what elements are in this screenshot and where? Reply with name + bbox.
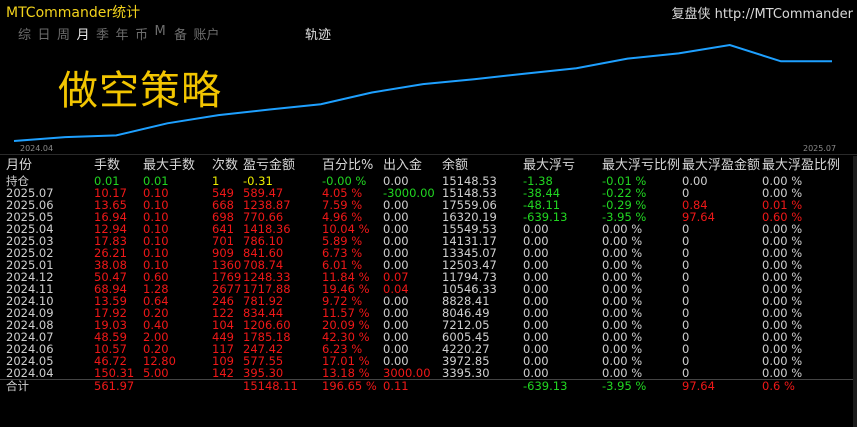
total-cell: 15148.11 <box>243 379 322 392</box>
total-cell: -3.95 % <box>602 379 682 392</box>
window-title: MTCommander统计 <box>6 5 141 21</box>
table-row[interactable]: 2024.08 19.03 0.40 104 1206.60 20.09 % 0.00 721… <box>0 319 854 331</box>
table-cell: 0 <box>682 318 690 332</box>
table-cell: 0.00 <box>682 174 708 188</box>
table-cell: 0 <box>682 306 690 320</box>
table-cell: 3000.00 <box>383 366 431 380</box>
table-row[interactable]: 2025.02 26.21 0.10 909 841.60 6.73 % 0.00 13345… <box>0 247 854 259</box>
table-cell: 0 <box>682 354 690 368</box>
table-cell: 0.00 % <box>762 366 803 380</box>
table-row[interactable]: 2025.05 16.94 0.10 698 770.66 4.96 % 0.00 16320… <box>0 211 854 223</box>
table-row[interactable]: 2024.06 10.57 0.20 117 247.42 6.23 % 0.00 4220.… <box>0 343 854 355</box>
column-header: 手数 <box>94 158 121 173</box>
total-cell: 196.65 % <box>322 379 383 392</box>
monthly-stats-table: 月份 手数 最大手数 次数 盈亏金额 百分比% 出入金 余额 最大浮亏 最大浮亏比例 最大浮盈金额最… <box>0 156 854 392</box>
table-row[interactable]: 2025.04 12.94 0.10 641 1418.36 10.04 % 0.00 155… <box>0 223 854 235</box>
table-cell: 0 <box>682 270 690 284</box>
tab-8[interactable]: 备 <box>174 24 194 43</box>
column-header: 盈亏金额 <box>243 158 296 173</box>
column-header: 余额 <box>442 158 469 173</box>
tab-0[interactable]: 综 <box>18 24 38 43</box>
scrollbar[interactable] <box>853 156 857 427</box>
tab-6[interactable]: 币 <box>135 24 155 43</box>
axis-end-label: 2025.07 <box>803 144 837 153</box>
tab-track[interactable]: 轨迹 <box>305 24 331 43</box>
table-row[interactable]: 2025.06 13.65 0.10 668 1238.87 7.59 % 0.00 1755… <box>0 199 854 211</box>
table-row[interactable]: 2025.01 38.08 0.10 1360 708.74 6.01 % 0.00 1250… <box>0 259 854 271</box>
table-cell: 0 <box>682 282 690 296</box>
table-cell: 0 <box>682 258 690 272</box>
total-cell: -639.13 <box>523 379 602 392</box>
total-cell <box>442 379 523 392</box>
table-cell: 150.31 <box>94 366 135 380</box>
table-cell: 0 <box>682 222 690 236</box>
table-cell: 97.64 <box>682 210 715 224</box>
table-row[interactable]: 2025.07 10.17 0.10 549 589.47 4.05 % -3000.00 1… <box>0 187 854 199</box>
total-cell: 0.6 % <box>762 379 854 392</box>
total-cell <box>212 379 243 392</box>
tab-4[interactable]: 季 <box>96 24 116 43</box>
table-header-row: 月份 手数 最大手数 次数 盈亏金额 百分比% 出入金 余额 最大浮亏 最大浮亏比例 最大浮盈金额最… <box>0 156 854 175</box>
table-cell: 2024.04 <box>6 366 54 380</box>
table-cell: 0 <box>682 366 690 380</box>
tab-3[interactable]: 月 <box>77 24 97 43</box>
tab-2[interactable]: 周 <box>57 24 77 43</box>
column-header: 最大浮盈比例 <box>762 158 841 173</box>
tab-9[interactable]: 账户 <box>194 24 234 43</box>
total-cell: 561.97 <box>94 379 143 392</box>
tab-1[interactable]: 日 <box>38 24 58 43</box>
column-header: 次数 <box>212 158 239 173</box>
column-header: 最大浮盈金额 <box>682 158 761 173</box>
table-row[interactable]: 2024.10 13.59 0.64 246 781.92 9.72 % 0.00 8828.… <box>0 295 854 307</box>
column-header: 出入金 <box>383 158 423 173</box>
tab-5[interactable]: 年 <box>116 24 136 43</box>
period-tabs: 综日周月季年币 M 备账户 <box>18 24 234 43</box>
brand-link[interactable]: 复盘侠 http://MTCommander <box>671 3 853 22</box>
total-cell: 0.11 <box>383 379 442 392</box>
table-cell: 0 <box>682 234 690 248</box>
total-cell <box>143 379 212 392</box>
table-row[interactable]: 2024.09 17.92 0.20 122 834.44 11.57 % 0.00 8046… <box>0 307 854 319</box>
column-header: 百分比% <box>322 158 374 173</box>
strategy-label: 做空策略 <box>58 68 222 114</box>
chart-divider <box>0 154 857 155</box>
table-cell: 142 <box>212 366 234 380</box>
table-row[interactable]: 2025.03 17.83 0.10 701 786.10 5.89 % 0.00 14131… <box>0 235 854 247</box>
table-cell: 0.00 <box>523 366 549 380</box>
tab-7[interactable]: M <box>155 24 175 42</box>
column-header: 最大手数 <box>143 158 196 173</box>
table-cell: 13.18 % <box>322 366 370 380</box>
table-cell: 0 <box>682 342 690 356</box>
table-cell: 395.30 <box>243 366 284 380</box>
column-header: 月份 <box>6 158 33 173</box>
table-cell: 0.00 % <box>602 366 643 380</box>
table-row[interactable]: 2024.04 150.31 5.00 142 395.30 13.18 % 3000.00… <box>0 367 854 380</box>
table-cell: 0 <box>682 330 690 344</box>
table-row[interactable]: 2024.12 50.47 0.60 1769 1248.33 11.84 % 0.07 11… <box>0 271 854 283</box>
column-header: 最大浮亏 <box>523 158 576 173</box>
table-cell: 0 <box>682 294 690 308</box>
table-row[interactable]: 2024.07 48.59 2.00 449 1785.18 42.30 % 0.00 600… <box>0 331 854 343</box>
table-total-row: 合计 561.97 15148.11 196.65 % 0.11 -639.13 -3.95… <box>0 379 854 392</box>
table-cell: 0 <box>682 246 690 260</box>
table-row[interactable]: 2024.11 68.94 1.28 2677 1717.88 19.46 % 0.04 10… <box>0 283 854 295</box>
column-header: 最大浮亏比例 <box>602 158 681 173</box>
total-cell: 合计 <box>0 379 94 392</box>
table-cell: 5.00 <box>143 366 169 380</box>
axis-start-label: 2024.04 <box>20 144 54 153</box>
table-cell: 3395.30 <box>442 366 490 380</box>
total-cell: 97.64 <box>682 379 762 392</box>
